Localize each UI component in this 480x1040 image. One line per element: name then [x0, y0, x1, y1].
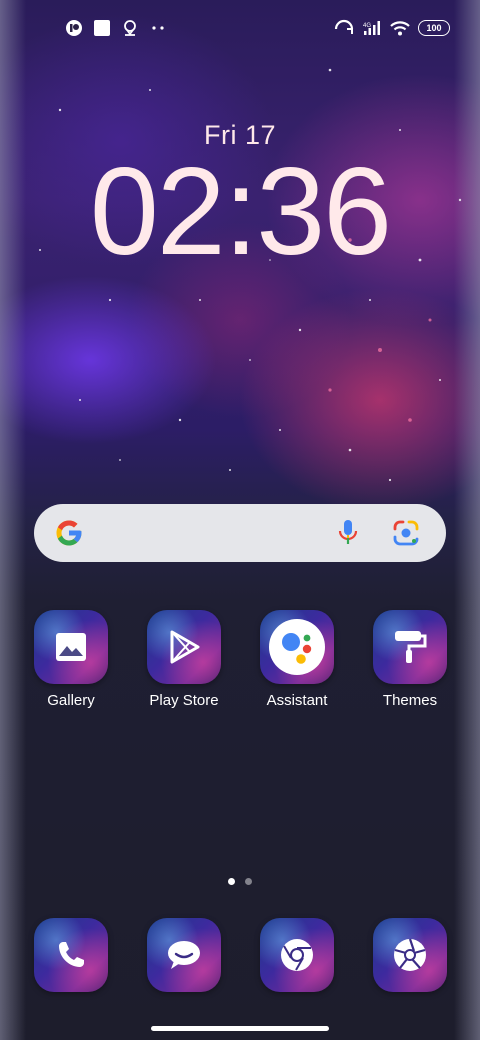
gallery-icon	[56, 633, 86, 661]
app-icon-themes[interactable]	[373, 610, 447, 684]
dock-messages[interactable]	[127, 918, 241, 992]
app-label-gallery: Gallery	[47, 692, 95, 709]
app-icon-phone[interactable]	[34, 918, 108, 992]
status-system-icons: 4G 100	[334, 18, 450, 38]
hotspot-icon	[334, 18, 354, 38]
dock-phone[interactable]	[14, 918, 128, 992]
chrome-icon	[281, 939, 313, 971]
app-themes[interactable]: Themes	[353, 610, 467, 709]
wifi-icon	[390, 18, 410, 38]
square-notification-icon	[92, 18, 112, 38]
app-icon-chrome[interactable]	[260, 918, 334, 992]
status-notifications	[64, 18, 168, 38]
assistant-icon	[282, 633, 312, 664]
microphone-icon[interactable]	[336, 519, 360, 547]
svg-text:4G: 4G	[363, 23, 371, 29]
cellular-signal-icon: 4G	[362, 18, 382, 38]
app-icon-messages[interactable]	[147, 918, 221, 992]
phone-icon	[59, 942, 84, 967]
page-indicator	[0, 878, 480, 885]
camera-icon	[394, 938, 426, 971]
page-dot-1[interactable]	[228, 878, 235, 885]
paint-roller-icon	[395, 631, 427, 663]
app-icon-gallery[interactable]	[34, 610, 108, 684]
google-search-bar[interactable]	[34, 504, 446, 562]
app-play-store[interactable]: Play Store	[127, 610, 241, 709]
app-icon-assistant[interactable]	[260, 610, 334, 684]
dock-chrome[interactable]	[240, 918, 354, 992]
app-assistant[interactable]: Assistant	[240, 610, 354, 709]
status-bar: 4G 100	[64, 14, 450, 42]
play-store-icon	[170, 630, 200, 664]
google-g-icon	[56, 520, 82, 546]
app-label-themes: Themes	[382, 692, 438, 709]
page-dot-2[interactable]	[245, 878, 252, 885]
home-gesture-bar[interactable]	[151, 1026, 329, 1031]
more-notifications-icon	[148, 18, 168, 38]
app-icon-camera[interactable]	[373, 918, 447, 992]
battery-icon: 100	[418, 20, 450, 36]
clock-time[interactable]: 02:36	[0, 150, 480, 274]
app-label-assistant: Assistant	[266, 692, 328, 709]
app-icon-play-store[interactable]	[147, 610, 221, 684]
dock-camera[interactable]	[353, 918, 467, 992]
location-badge-icon	[120, 18, 140, 38]
app-label-play-store: Play Store	[149, 692, 219, 709]
messages-icon	[168, 941, 200, 969]
home-screen: 4G 100 Fri 17 02:36 Gallery Play Store A…	[0, 0, 480, 1040]
google-lens-icon[interactable]	[392, 519, 420, 547]
app-notification-icon	[64, 18, 84, 38]
app-gallery[interactable]: Gallery	[14, 610, 128, 709]
